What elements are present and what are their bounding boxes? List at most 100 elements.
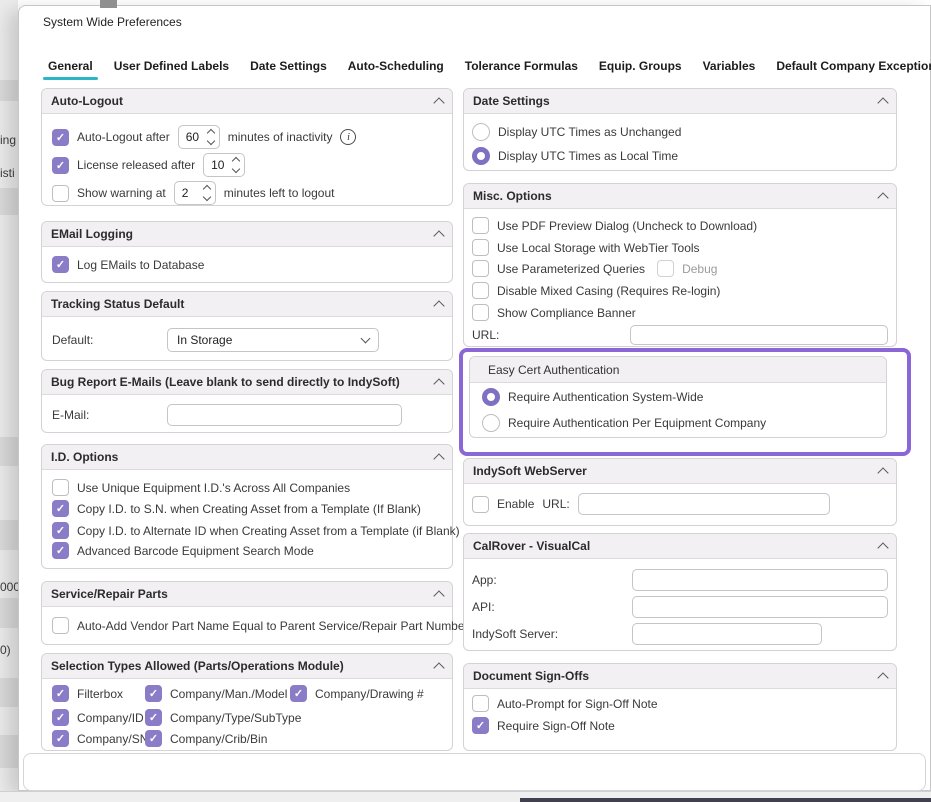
- spinner-arrows-icon[interactable]: [204, 186, 210, 200]
- copy-id-to-alternate-checkbox[interactable]: [52, 522, 69, 539]
- compliance-banner-checkbox[interactable]: [472, 304, 489, 321]
- background-row-stripe: [0, 598, 18, 628]
- webserver-enable-checkbox[interactable]: [472, 496, 489, 513]
- company-type-subtype-checkbox[interactable]: [145, 709, 162, 726]
- section-indysoft-webserver: IndySoft WebServer Enable URL:: [463, 458, 897, 526]
- tab-variables[interactable]: Variables: [698, 59, 761, 80]
- collapse-chevron-icon[interactable]: [877, 192, 888, 203]
- tab-equip-groups[interactable]: Equip. Groups: [594, 59, 687, 80]
- section-header: Selection Types Allowed (Parts/Operation…: [42, 654, 452, 679]
- background-buttons-fragment: [520, 798, 931, 802]
- inactivity-minutes-spinner[interactable]: 60: [178, 125, 220, 149]
- require-auth-system-wide-radio[interactable]: [482, 388, 500, 406]
- collapse-chevron-icon[interactable]: [433, 662, 444, 673]
- system-wide-preferences-dialog: System Wide Preferences General User Def…: [18, 5, 931, 791]
- show-warning-checkbox[interactable]: [52, 185, 69, 202]
- collapse-chevron-icon[interactable]: [433, 97, 444, 108]
- collapse-chevron-icon[interactable]: [433, 230, 444, 241]
- unique-equipment-ids-checkbox[interactable]: [52, 479, 69, 496]
- tab-default-company-exceptions[interactable]: Default Company Exceptions: [771, 59, 931, 80]
- company-id-checkbox[interactable]: [52, 709, 69, 726]
- checkbox-label: Auto-Add Vendor Part Name Equal to Paren…: [77, 619, 469, 633]
- section-misc-options: Misc. Options Use PDF Preview Dialog (Un…: [463, 183, 897, 347]
- collapse-chevron-icon[interactable]: [877, 97, 888, 108]
- company-man-model-checkbox[interactable]: [145, 685, 162, 702]
- calrover-app-input[interactable]: [632, 569, 888, 591]
- tab-auto-scheduling[interactable]: Auto-Scheduling: [343, 59, 449, 80]
- auto-add-vendor-part-checkbox[interactable]: [52, 617, 69, 634]
- checkbox-label: Filterbox: [77, 687, 123, 701]
- company-drawing-checkbox[interactable]: [290, 685, 307, 702]
- warning-minutes-spinner[interactable]: 2: [174, 181, 216, 205]
- section-title: Easy Cert Authentication: [488, 363, 619, 377]
- tab-date-settings[interactable]: Date Settings: [245, 59, 332, 80]
- debug-checkbox[interactable]: [657, 260, 674, 277]
- filterbox-checkbox[interactable]: [52, 685, 69, 702]
- calrover-api-input[interactable]: [632, 596, 888, 618]
- background-text-fragment: 0): [0, 643, 11, 657]
- copy-id-to-sn-checkbox[interactable]: [52, 500, 69, 517]
- checkbox-label: Use PDF Preview Dialog (Uncheck to Downl…: [497, 219, 757, 233]
- section-id-options: I.D. Options Use Unique Equipment I.D.'s…: [41, 444, 453, 569]
- checkbox-label: Use Unique Equipment I.D.'s Across All C…: [77, 481, 350, 495]
- checkbox-label: Show Compliance Banner: [497, 306, 636, 320]
- section-header: Misc. Options: [464, 184, 896, 209]
- tab-user-defined-labels[interactable]: User Defined Labels: [109, 59, 234, 80]
- auto-logout-after-checkbox[interactable]: [52, 129, 69, 146]
- collapse-chevron-icon[interactable]: [877, 672, 888, 683]
- checkbox-label: Use Local Storage with WebTier Tools: [497, 241, 700, 255]
- advanced-barcode-search-checkbox[interactable]: [52, 542, 69, 559]
- utc-local-time-radio[interactable]: [472, 147, 490, 165]
- checkbox-label: Company/Type/SubType: [170, 711, 301, 725]
- spinner-arrows-icon[interactable]: [208, 130, 214, 144]
- company-crib-bin-checkbox[interactable]: [145, 730, 162, 747]
- auto-prompt-signoff-checkbox[interactable]: [472, 695, 489, 712]
- require-signoff-note-checkbox[interactable]: [472, 717, 489, 734]
- pdf-preview-checkbox[interactable]: [472, 217, 489, 234]
- collapse-chevron-icon[interactable]: [433, 590, 444, 601]
- calrover-indysoft-server-input[interactable]: [632, 623, 822, 645]
- section-title: IndySoft WebServer: [473, 464, 587, 478]
- checkbox-label: Auto-Prompt for Sign-Off Note: [497, 697, 658, 711]
- section-title: Date Settings: [473, 94, 550, 108]
- background-row-stripe: [0, 437, 18, 466]
- collapse-chevron-icon[interactable]: [877, 467, 888, 478]
- section-title: Auto-Logout: [51, 94, 123, 108]
- disable-mixed-casing-checkbox[interactable]: [472, 282, 489, 299]
- info-icon[interactable]: [340, 129, 356, 145]
- license-released-checkbox[interactable]: [52, 157, 69, 174]
- section-header: I.D. Options: [42, 445, 452, 470]
- utc-unchanged-radio[interactable]: [472, 123, 490, 141]
- background-row-stripe: [0, 520, 18, 550]
- collapse-chevron-icon[interactable]: [433, 453, 444, 464]
- tracking-status-dropdown[interactable]: In Storage: [167, 328, 379, 352]
- parameterized-queries-checkbox[interactable]: [472, 260, 489, 277]
- checkbox-label: Copy I.D. to S.N. when Creating Asset fr…: [77, 502, 421, 516]
- company-sn-checkbox[interactable]: [52, 730, 69, 747]
- local-storage-webtier-checkbox[interactable]: [472, 239, 489, 256]
- suffix-label: minutes of inactivity: [228, 130, 333, 144]
- background-text-fragment: ing: [0, 133, 16, 147]
- section-date-settings: Date Settings Display UTC Times as Uncha…: [463, 88, 897, 171]
- log-emails-checkbox[interactable]: [52, 256, 69, 273]
- tab-bar: General User Defined Labels Date Setting…: [43, 59, 931, 80]
- compliance-url-input[interactable]: [630, 325, 888, 345]
- license-minutes-spinner[interactable]: 10: [203, 153, 245, 177]
- section-easy-cert-authentication: Easy Cert Authentication Require Authent…: [469, 356, 887, 438]
- collapse-chevron-icon[interactable]: [433, 378, 444, 389]
- collapse-chevron-icon[interactable]: [877, 542, 888, 553]
- section-bug-report-emails: Bug Report E-Mails (Leave blank to send …: [41, 369, 453, 433]
- collapse-chevron-icon[interactable]: [433, 300, 444, 311]
- webserver-url-input[interactable]: [578, 493, 830, 515]
- tab-general[interactable]: General: [43, 59, 98, 80]
- section-title: EMail Logging: [51, 227, 133, 241]
- section-title: Misc. Options: [473, 189, 552, 203]
- radio-label: Require Authentication System-Wide: [508, 390, 703, 404]
- tab-tolerance-formulas[interactable]: Tolerance Formulas: [460, 59, 583, 80]
- spinner-arrows-icon[interactable]: [233, 158, 239, 172]
- field-label: URL:: [542, 497, 569, 511]
- require-auth-per-company-radio[interactable]: [482, 414, 500, 432]
- checkbox-label: Auto-Logout after: [77, 130, 170, 144]
- bug-report-email-input[interactable]: [167, 404, 402, 426]
- spinner-value: 60: [186, 130, 199, 144]
